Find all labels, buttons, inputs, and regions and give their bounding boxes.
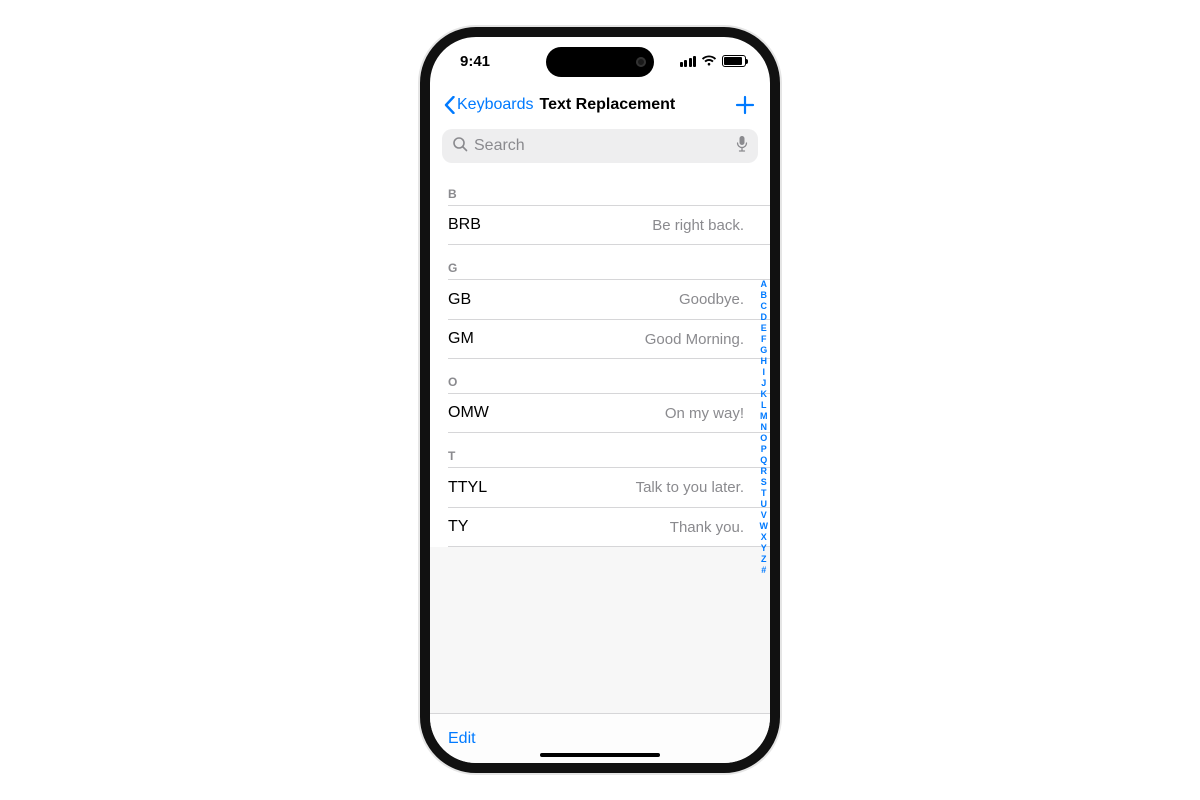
index-letter[interactable]: E: [761, 323, 767, 334]
replacement-row[interactable]: GM Good Morning.: [448, 319, 770, 359]
wifi-icon: [701, 55, 717, 67]
index-letter[interactable]: A: [761, 279, 768, 290]
shortcut-text: TY: [448, 518, 468, 536]
index-letter[interactable]: M: [760, 411, 768, 422]
search-icon: [452, 136, 468, 157]
index-letter[interactable]: G: [760, 345, 767, 356]
add-button[interactable]: [734, 94, 756, 116]
replacement-row[interactable]: BRB Be right back.: [448, 205, 770, 245]
phone-frame: 9:41 Keyboards Text Replacement: [420, 27, 780, 773]
replacement-row[interactable]: TTYL Talk to you later.: [448, 467, 770, 507]
index-letter[interactable]: D: [761, 312, 768, 323]
index-letter[interactable]: I: [762, 367, 765, 378]
replacement-row[interactable]: TY Thank you.: [448, 507, 770, 547]
index-letter[interactable]: #: [761, 565, 766, 576]
chevron-left-icon: [444, 96, 455, 114]
section-header: T: [430, 433, 770, 467]
alpha-index[interactable]: ABCDEFGHIJKLMNOPQRSTUVWXYZ#: [760, 279, 769, 576]
phrase-text: Talk to you later.: [636, 479, 744, 496]
section-header: G: [430, 245, 770, 279]
section-header: B: [430, 171, 770, 205]
index-letter[interactable]: O: [760, 433, 767, 444]
index-letter[interactable]: W: [760, 521, 769, 532]
index-letter[interactable]: P: [761, 444, 767, 455]
index-letter[interactable]: T: [761, 488, 767, 499]
phrase-text: Thank you.: [670, 519, 744, 536]
replacement-row[interactable]: OMW On my way!: [448, 393, 770, 433]
search-input[interactable]: [474, 137, 730, 155]
index-letter[interactable]: H: [761, 356, 768, 367]
index-letter[interactable]: B: [761, 290, 768, 301]
shortcut-text: OMW: [448, 404, 489, 422]
plus-icon: [734, 94, 756, 116]
index-letter[interactable]: V: [761, 510, 767, 521]
home-indicator: [540, 753, 660, 757]
index-letter[interactable]: X: [761, 532, 767, 543]
back-label: Keyboards: [457, 96, 534, 114]
back-button[interactable]: Keyboards: [444, 96, 534, 114]
edit-button[interactable]: Edit: [448, 730, 476, 748]
phrase-text: Be right back.: [652, 217, 744, 234]
index-letter[interactable]: C: [761, 301, 768, 312]
index-letter[interactable]: F: [761, 334, 767, 345]
shortcut-text: GB: [448, 291, 471, 309]
index-letter[interactable]: Z: [761, 554, 767, 565]
shortcut-text: TTYL: [448, 479, 487, 497]
index-letter[interactable]: J: [761, 378, 766, 389]
index-letter[interactable]: N: [761, 422, 768, 433]
phrase-text: Good Morning.: [645, 331, 744, 348]
microphone-icon[interactable]: [736, 135, 748, 158]
cellular-icon: [680, 56, 697, 67]
index-letter[interactable]: L: [761, 400, 767, 411]
nav-bar: Keyboards Text Replacement: [430, 85, 770, 125]
page-title: Text Replacement: [540, 96, 676, 114]
status-time: 9:41: [460, 53, 490, 70]
index-letter[interactable]: Q: [760, 455, 767, 466]
replacement-list: BBRBBe right back.GGBGoodbye.GMGood Morn…: [430, 171, 770, 713]
shortcut-text: GM: [448, 330, 474, 348]
index-letter[interactable]: R: [761, 466, 768, 477]
phrase-text: Goodbye.: [679, 291, 744, 308]
index-letter[interactable]: K: [761, 389, 768, 400]
phrase-text: On my way!: [665, 405, 744, 422]
replacement-row[interactable]: GB Goodbye.: [448, 279, 770, 319]
index-letter[interactable]: S: [761, 477, 767, 488]
shortcut-text: BRB: [448, 216, 481, 234]
index-letter[interactable]: Y: [761, 543, 767, 554]
search-field[interactable]: [442, 129, 758, 163]
status-bar: 9:41: [430, 37, 770, 85]
section-header: O: [430, 359, 770, 393]
index-letter[interactable]: U: [761, 499, 768, 510]
battery-icon: [722, 55, 746, 67]
